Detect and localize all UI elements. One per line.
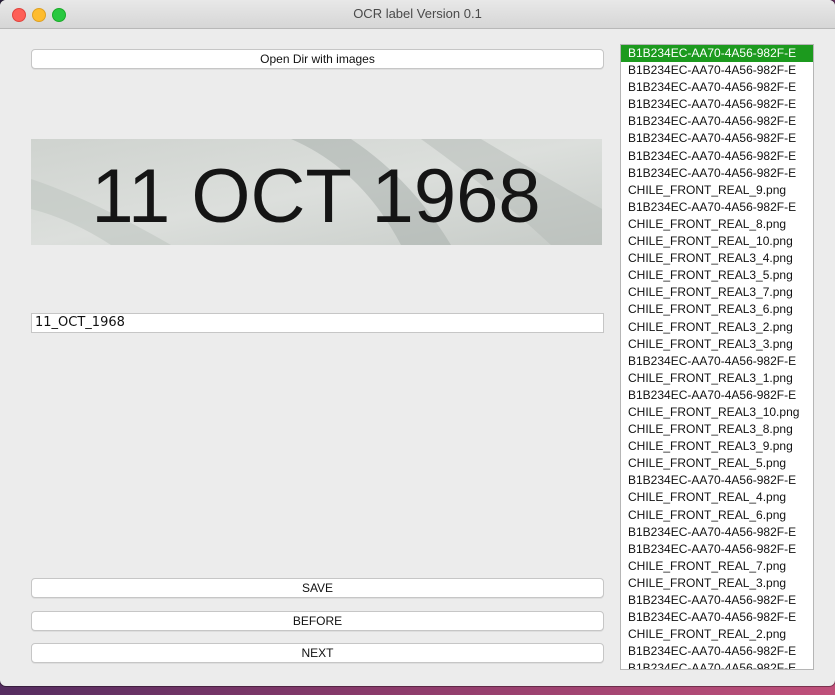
file-list-item[interactable]: B1B234EC-AA70-4A56-982F-E <box>621 96 813 113</box>
file-list-item[interactable]: CHILE_FRONT_REAL3_5.png <box>621 267 813 284</box>
file-list-item[interactable]: B1B234EC-AA70-4A56-982F-E <box>621 45 813 63</box>
ocr-image-text: 11 OCT 1968 <box>91 154 540 239</box>
file-list-item[interactable]: CHILE_FRONT_REAL_3.png <box>621 575 813 592</box>
file-list-item[interactable]: B1B234EC-AA70-4A56-982F-E <box>621 113 813 130</box>
file-list-item[interactable]: CHILE_FRONT_REAL3_7.png <box>621 284 813 301</box>
file-list-item[interactable]: CHILE_FRONT_REAL3_6.png <box>621 301 813 318</box>
file-list-item[interactable]: B1B234EC-AA70-4A56-982F-E <box>621 524 813 541</box>
file-list-item[interactable]: B1B234EC-AA70-4A56-982F-E <box>621 353 813 370</box>
file-list-item[interactable]: CHILE_FRONT_REAL_6.png <box>621 507 813 524</box>
file-list-item[interactable]: B1B234EC-AA70-4A56-982F-E <box>621 62 813 79</box>
file-list-item[interactable]: B1B234EC-AA70-4A56-982F-E <box>621 592 813 609</box>
file-list-item[interactable]: B1B234EC-AA70-4A56-982F-E <box>621 541 813 558</box>
title-bar: OCR label Version 0.1 <box>0 0 835 29</box>
file-list-item[interactable]: CHILE_FRONT_REAL3_10.png <box>621 404 813 421</box>
file-list-item[interactable]: B1B234EC-AA70-4A56-982F-E <box>621 165 813 182</box>
file-listbox[interactable]: B1B234EC-AA70-4A56-982F-E B1B234EC-AA70-4… <box>620 44 814 670</box>
file-list-item[interactable]: CHILE_FRONT_REAL3_2.png <box>621 319 813 336</box>
file-list-item[interactable]: CHILE_FRONT_REAL_5.png <box>621 455 813 472</box>
app-window: OCR label Version 0.1 Open Dir with imag… <box>0 0 835 686</box>
file-list-item[interactable]: B1B234EC-AA70-4A56-982F-E <box>621 79 813 96</box>
file-list-item[interactable]: B1B234EC-AA70-4A56-982F-E <box>621 609 813 626</box>
save-button[interactable]: SAVE <box>31 578 604 598</box>
next-button[interactable]: NEXT <box>31 643 604 663</box>
ocr-image-preview: 11 OCT 1968 <box>31 139 602 245</box>
file-list-item[interactable]: B1B234EC-AA70-4A56-982F-E <box>621 130 813 147</box>
file-list-item[interactable]: CHILE_FRONT_REAL_2.png <box>621 626 813 643</box>
file-list-item[interactable]: B1B234EC-AA70-4A56-982F-E <box>621 387 813 404</box>
label-input[interactable]: 11_OCT_1968 <box>31 313 604 333</box>
file-list-item[interactable]: CHILE_FRONT_REAL_4.png <box>621 489 813 506</box>
file-list-item[interactable]: B1B234EC-AA70-4A56-982F-E <box>621 643 813 660</box>
window-title: OCR label Version 0.1 <box>353 6 482 21</box>
file-list-item[interactable]: CHILE_FRONT_REAL3_9.png <box>621 438 813 455</box>
file-list-item[interactable]: B1B234EC-AA70-4A56-982F-E <box>621 148 813 165</box>
file-list-item[interactable]: CHILE_FRONT_REAL3_1.png <box>621 370 813 387</box>
before-button[interactable]: BEFORE <box>31 611 604 631</box>
file-list-item[interactable]: CHILE_FRONT_REAL_9.png <box>621 182 813 199</box>
file-list-item[interactable]: CHILE_FRONT_REAL_7.png <box>621 558 813 575</box>
file-list-item[interactable]: CHILE_FRONT_REAL_8.png <box>621 216 813 233</box>
file-list-item[interactable]: CHILE_FRONT_REAL_10.png <box>621 233 813 250</box>
file-list-item[interactable]: CHILE_FRONT_REAL3_3.png <box>621 336 813 353</box>
file-list-item[interactable]: B1B234EC-AA70-4A56-982F-E <box>621 199 813 216</box>
file-list-item[interactable]: CHILE_FRONT_REAL3_8.png <box>621 421 813 438</box>
file-list-item[interactable]: CHILE_FRONT_REAL3_4.png <box>621 250 813 267</box>
file-list-item[interactable]: B1B234EC-AA70-4A56-982F-E <box>621 660 813 669</box>
file-list-item[interactable]: B1B234EC-AA70-4A56-982F-E <box>621 472 813 489</box>
open-dir-button[interactable]: Open Dir with images <box>31 49 604 69</box>
